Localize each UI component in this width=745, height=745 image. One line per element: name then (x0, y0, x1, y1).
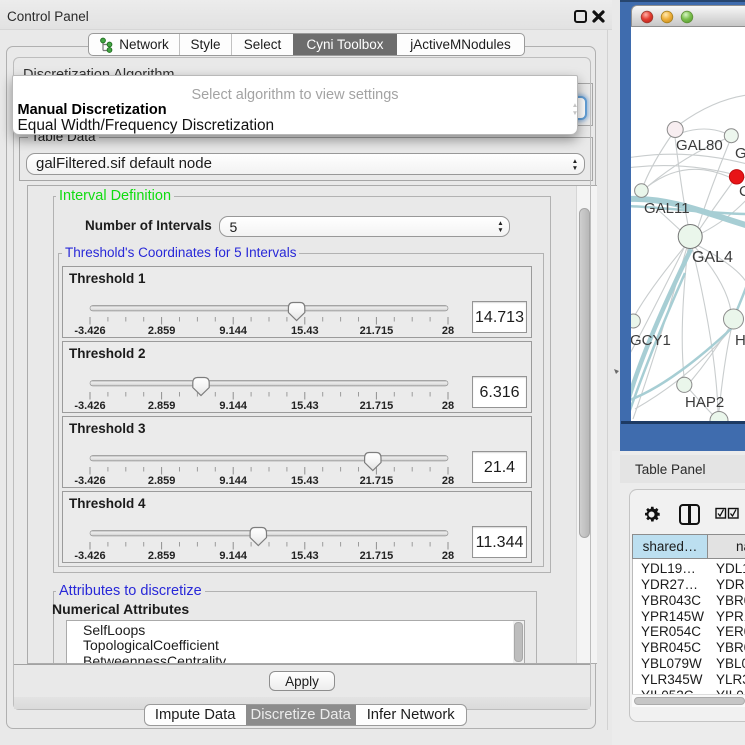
svg-text:GCY1: GCY1 (631, 332, 671, 349)
svg-text:GAL80: GAL80 (676, 137, 723, 154)
svg-text:GAL11: GAL11 (644, 200, 690, 217)
svg-text:GA: GA (735, 145, 745, 162)
svg-text:GAL4: GAL4 (692, 249, 733, 266)
svg-text:C: C (739, 183, 745, 200)
svg-text:HI: HI (735, 332, 745, 349)
svg-text:HAP2: HAP2 (685, 394, 724, 411)
